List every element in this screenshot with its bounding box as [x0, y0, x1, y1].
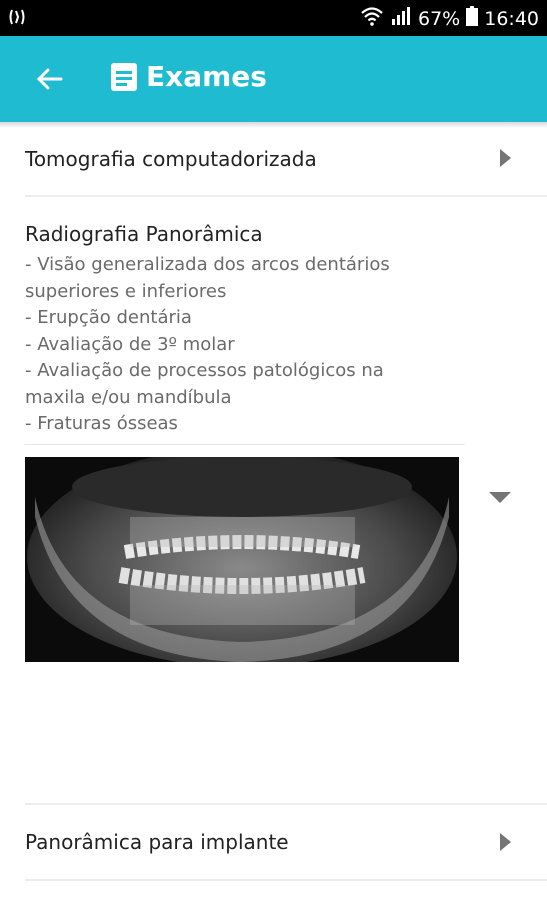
chevron-down-icon[interactable]: [489, 492, 511, 503]
exam-item-implante[interactable]: Panorâmica para implante: [0, 805, 547, 879]
description-line: - Avaliação de 3º molar: [25, 333, 235, 355]
divider: [25, 444, 465, 445]
panoramic-xray-image: [25, 457, 459, 662]
description-line: - Visão generalizada dos arcos dentários: [25, 254, 390, 275]
exam-item-tomografia[interactable]: Tomografia computadorizada: [0, 128, 547, 196]
clock: 16:40: [484, 7, 539, 30]
exam-label: Tomografia computadorizada: [25, 147, 317, 171]
divider: [25, 879, 547, 881]
battery-icon: [466, 6, 479, 31]
status-bar: 67% 16:40: [0, 0, 547, 36]
description-line: superiores e inferiores: [25, 280, 227, 302]
chevron-right-icon: [500, 149, 511, 167]
description-line: - Avaliação de processos patológicos na: [25, 360, 384, 381]
description-line: maxila e/ou mandíbula: [25, 386, 232, 408]
back-button[interactable]: [26, 56, 72, 102]
description-line: - Fraturas ósseas: [25, 413, 178, 434]
document-icon: [111, 62, 137, 91]
description-line: - Erupção dentária: [25, 307, 192, 328]
nfc-icon: [8, 6, 26, 32]
arrow-left-icon: [36, 68, 63, 90]
battery-percent: 67%: [418, 7, 461, 30]
chevron-right-icon: [500, 833, 511, 851]
page-title: Exames: [146, 60, 267, 93]
app-bar: Exames: [0, 36, 547, 122]
wifi-icon: [360, 6, 384, 31]
signal-icon: [390, 6, 412, 31]
exam-label: Panorâmica para implante: [25, 830, 289, 854]
exam-label: Radiografia Panorâmica: [25, 222, 263, 246]
exam-description: - Visão generalizada dos arcos dentários…: [25, 252, 465, 438]
